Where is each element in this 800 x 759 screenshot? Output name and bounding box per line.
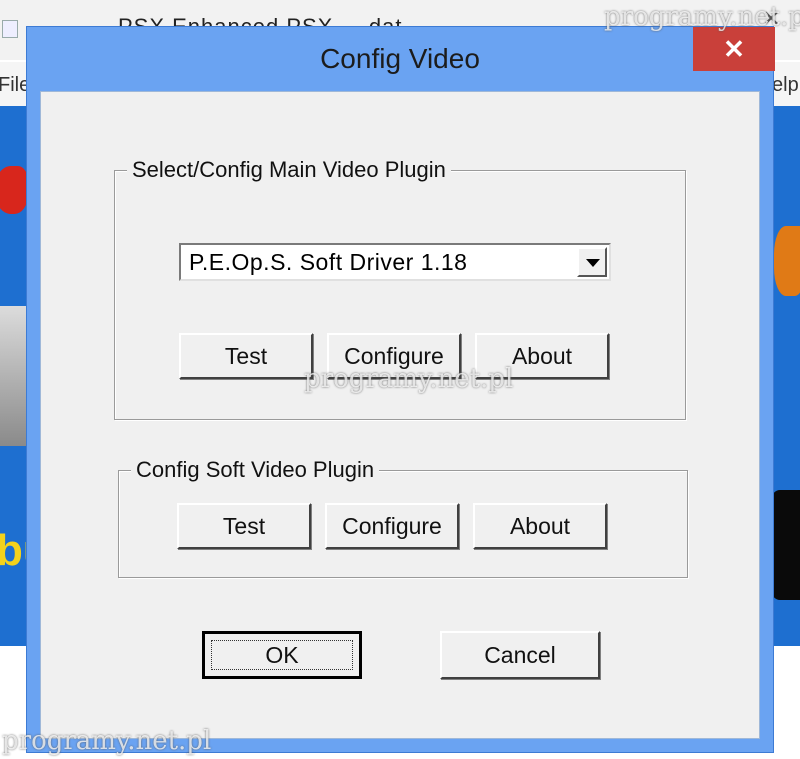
banner-orange-logo-fragment	[774, 226, 800, 296]
banner-red-logo-fragment	[0, 166, 28, 214]
video-plugin-select-value: P.E.Op.S. Soft Driver 1.18	[189, 249, 468, 275]
dropdown-arrow-icon[interactable]	[577, 247, 607, 277]
soft-video-plugin-group-legend: Config Soft Video Plugin	[131, 457, 380, 483]
watermark-center: programy.net.pl	[304, 364, 514, 394]
banner-console-fragment	[0, 306, 29, 446]
banner-black-device-fragment	[772, 490, 800, 600]
dialog-title: Config Video	[320, 43, 480, 74]
background-menu-help[interactable]: elp	[772, 74, 799, 97]
dialog-body: Select/Config Main Video Plugin P.E.Op.S…	[40, 91, 760, 739]
soft-configure-button[interactable]: Configure	[325, 503, 459, 549]
close-button[interactable]: ✕	[693, 27, 775, 71]
close-icon: ✕	[723, 33, 745, 64]
main-video-plugin-group-legend: Select/Config Main Video Plugin	[127, 157, 451, 183]
focus-rectangle	[211, 640, 353, 670]
soft-video-plugin-group: Config Soft Video Plugin Test Configure …	[118, 457, 688, 578]
main-test-button[interactable]: Test	[179, 333, 313, 379]
watermark-top-right: programy.net.pl	[604, 2, 800, 32]
app-icon	[2, 20, 18, 38]
cancel-button[interactable]: Cancel	[440, 631, 600, 679]
ok-button[interactable]: OK	[202, 631, 362, 679]
video-plugin-select[interactable]: P.E.Op.S. Soft Driver 1.18	[179, 243, 611, 281]
soft-about-button[interactable]: About	[473, 503, 607, 549]
watermark-bottom-left: programy.net.pl	[2, 726, 212, 756]
soft-test-button[interactable]: Test	[177, 503, 311, 549]
